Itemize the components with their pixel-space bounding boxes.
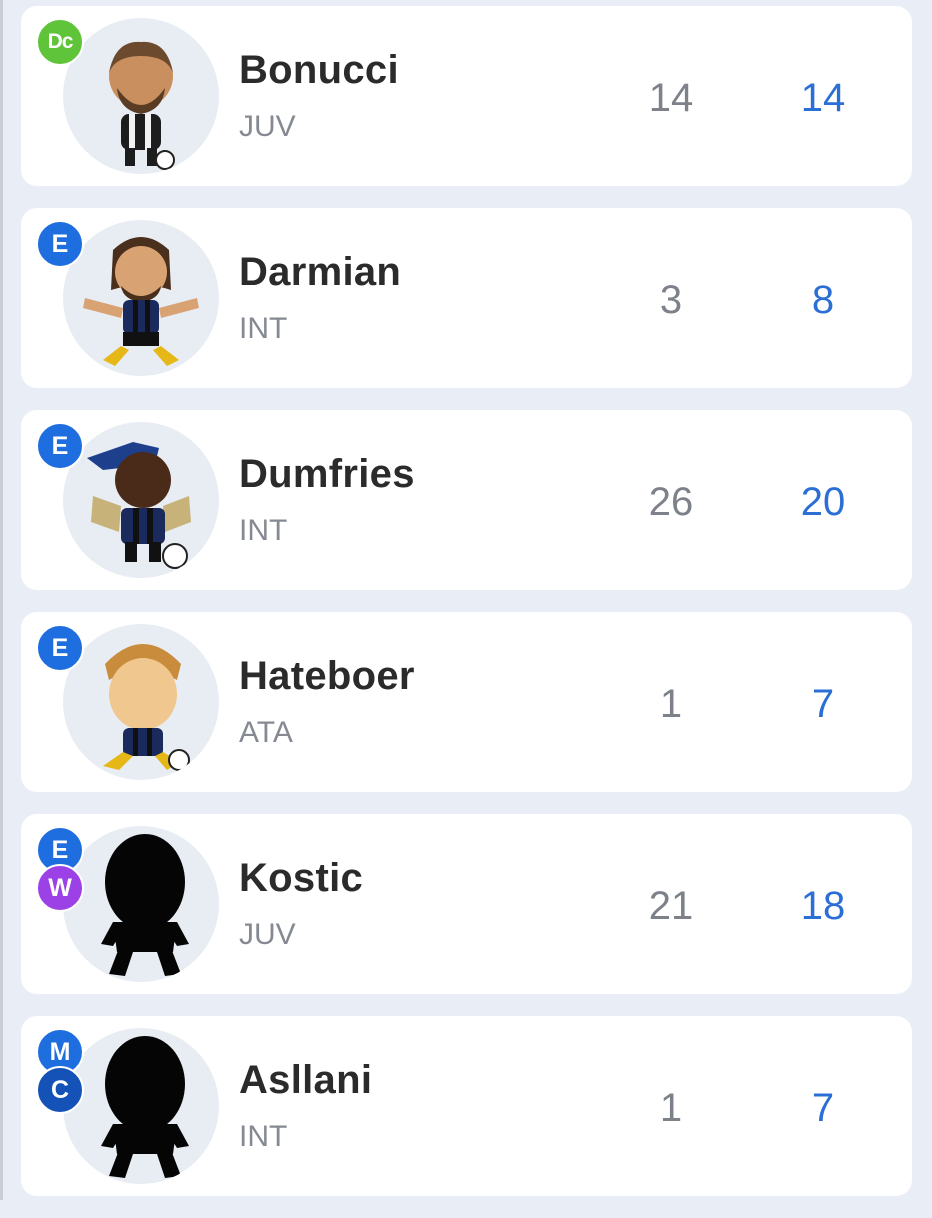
player-stat-secondary: 14 [800,76,846,120]
player-name: Hateboer [239,654,415,698]
player-avatar [63,220,219,376]
role-badge-dc: Dc [36,18,84,66]
player-name: Dumfries [239,452,415,496]
player-team: JUV [239,918,296,951]
player-card[interactable]: E W Kostic JUV 21 18 [21,814,912,994]
player-name: Asllani [239,1058,373,1102]
role-badge-c: C [36,1066,84,1114]
player-team: JUV [239,110,296,143]
player-stat-secondary: 20 [800,480,846,524]
player-avatar [63,624,219,780]
player-stat-primary: 14 [648,76,694,120]
player-card[interactable]: E Hateboer ATA 1 7 [21,612,912,792]
role-badge-e: E [36,220,84,268]
player-stat-secondary: 7 [811,682,835,726]
player-stat-primary: 1 [659,682,683,726]
player-list: Dc Bonucci JUV 14 14 E Darmian INT 3 8 E… [21,6,912,1218]
player-card[interactable]: E Dumfries INT 26 20 [21,410,912,590]
player-card[interactable]: Dc Bonucci JUV 14 14 [21,6,912,186]
player-stat-primary: 21 [648,884,694,928]
role-badge-e: E [36,422,84,470]
player-card[interactable]: E Darmian INT 3 8 [21,208,912,388]
player-stat-secondary: 8 [811,278,835,322]
player-avatar [63,422,219,578]
player-card[interactable]: M C Asllani INT 1 7 [21,1016,912,1196]
player-name: Bonucci [239,48,399,92]
player-team: INT [239,1120,288,1153]
player-team: ATA [239,716,293,749]
player-stat-primary: 1 [659,1086,683,1130]
player-stat-primary: 3 [659,278,683,322]
player-stat-secondary: 7 [811,1086,835,1130]
player-stat-secondary: 18 [800,884,846,928]
player-avatar [63,1028,219,1184]
player-avatar [63,18,219,174]
player-stat-primary: 26 [648,480,694,524]
player-team: INT [239,312,288,345]
player-name: Darmian [239,250,402,294]
role-badge-e: E [36,624,84,672]
player-team: INT [239,514,288,547]
player-name: Kostic [239,856,364,900]
player-avatar [63,826,219,982]
role-badge-w: W [36,864,84,912]
screen-edge [0,0,3,1200]
